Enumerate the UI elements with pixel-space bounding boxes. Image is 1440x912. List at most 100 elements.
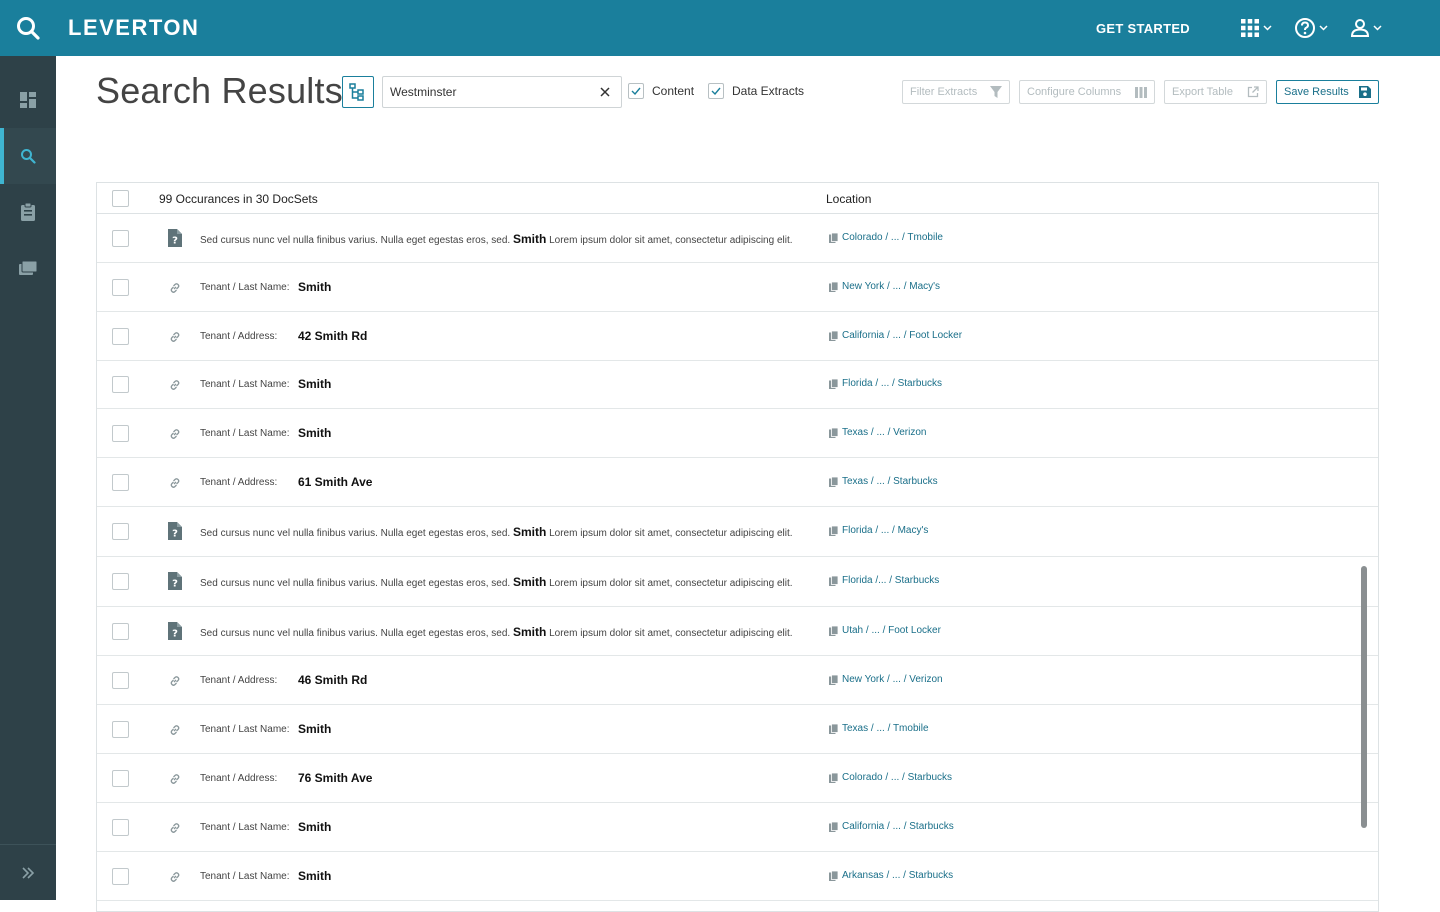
content-hit-icon: ? (166, 622, 184, 640)
location-link[interactable]: Utah / ... / Foot Locker (829, 625, 941, 636)
table-row[interactable]: ? Sed cursus nunc vel nulla finibus variu… (97, 214, 1378, 263)
extract-link-icon[interactable] (166, 474, 184, 492)
location-link[interactable]: New York / ... / Verizon (829, 674, 943, 685)
table-row[interactable]: Tenant / Last Name: Smith Arkansas / ... /… (97, 852, 1378, 901)
table-row[interactable]: ? Sed cursus nunc vel nulla finibus variu… (97, 557, 1378, 607)
location-path[interactable]: Utah / ... / Foot Locker (842, 625, 941, 636)
apps-menu-button[interactable] (1240, 18, 1272, 38)
user-menu-button[interactable] (1350, 18, 1382, 38)
row-checkbox[interactable] (112, 328, 129, 345)
row-checkbox[interactable] (112, 721, 129, 738)
location-path[interactable]: New York / ... / Macy's (842, 281, 940, 292)
extract-link-icon[interactable] (166, 770, 184, 788)
table-header: 99 Occurances in 30 DocSets Location (97, 183, 1378, 214)
location-path[interactable]: Colorado / ... / Tmobile (842, 232, 943, 243)
location-path[interactable]: California / ... / Foot Locker (842, 330, 962, 341)
location-link[interactable]: Texas / ... / Tmobile (829, 723, 929, 734)
content-filter-checkbox[interactable]: Content (628, 83, 694, 99)
row-checkbox[interactable] (112, 573, 129, 590)
row-checkbox[interactable] (112, 425, 129, 442)
location-link[interactable]: Florida /... / Starbucks (829, 575, 939, 586)
data-extracts-filter-checkbox[interactable]: Data Extracts (708, 83, 804, 99)
row-checkbox[interactable] (112, 868, 129, 885)
search-input[interactable] (390, 77, 590, 107)
search-field[interactable] (382, 76, 622, 108)
save-results-button[interactable]: Save Results (1276, 80, 1379, 104)
extract-link-icon[interactable] (166, 279, 184, 297)
location-link[interactable]: Texas / ... / Verizon (829, 427, 926, 438)
row-checkbox[interactable] (112, 819, 129, 836)
snippet-hit: Smith (512, 625, 547, 639)
location-link[interactable]: Texas / ... / Starbucks (829, 476, 938, 487)
row-checkbox[interactable] (112, 279, 129, 296)
row-checkbox[interactable] (112, 523, 129, 540)
brand-logo[interactable]: LEVERTON (68, 15, 199, 41)
table-row[interactable]: Tenant / Address: 46 Smith Rd New York / .… (97, 656, 1378, 705)
export-table-button[interactable]: Export Table (1164, 80, 1267, 104)
sidebar-item-dashboard[interactable] (0, 72, 56, 128)
location-link[interactable]: New York / ... / Macy's (829, 281, 940, 292)
table-row[interactable]: Tenant / Last Name: Smith Texas / ... / Tm… (97, 705, 1378, 754)
extract-link-icon[interactable] (166, 328, 184, 346)
select-all-checkbox[interactable] (112, 190, 129, 207)
scrollbar-thumb[interactable] (1361, 566, 1367, 828)
location-path[interactable]: Texas / ... / Verizon (842, 427, 926, 438)
clear-search-button[interactable] (597, 84, 613, 100)
row-checkbox[interactable] (112, 474, 129, 491)
location-path[interactable]: Florida / ... / Starbucks (842, 378, 942, 389)
table-row[interactable]: Tenant / Last Name: Smith Florida / ... / … (97, 361, 1378, 409)
external-link-icon (1247, 86, 1259, 98)
table-row[interactable]: ? Sed cursus nunc vel nulla finibus variu… (97, 507, 1378, 557)
sidebar-expand-button[interactable] (0, 844, 56, 900)
results-table: 99 Occurances in 30 DocSets Location ? Se… (96, 182, 1379, 912)
table-row[interactable]: Tenant / Address: 76 Smith Ave Colorado / … (97, 754, 1378, 803)
location-link[interactable]: Florida / ... / Macy's (829, 525, 928, 536)
location-path[interactable]: Texas / ... / Tmobile (842, 723, 929, 734)
location-path[interactable]: Florida /... / Starbucks (842, 575, 939, 586)
location-link[interactable]: California / ... / Starbucks (829, 821, 954, 832)
extract-link-icon[interactable] (166, 868, 184, 886)
extract-link-icon[interactable] (166, 819, 184, 837)
extract-link-icon[interactable] (166, 425, 184, 443)
help-menu-button[interactable] (1294, 17, 1328, 39)
table-row[interactable]: Tenant / Last Name: Smith Texas / ... / Ve… (97, 409, 1378, 458)
location-link[interactable]: California / ... / Foot Locker (829, 330, 962, 341)
row-checkbox[interactable] (112, 230, 129, 247)
location-column-header[interactable]: Location (826, 192, 871, 206)
sidebar-item-documents[interactable] (0, 240, 56, 296)
configure-columns-button[interactable]: Configure Columns (1019, 80, 1155, 104)
sidebar-item-tasks[interactable] (0, 184, 56, 240)
extract-field-label: Tenant / Address: (200, 331, 278, 342)
table-row[interactable]: ? Sed cursus nunc vel nulla finibus variu… (97, 607, 1378, 656)
location-path[interactable]: New York / ... / Verizon (842, 674, 943, 685)
extract-link-icon[interactable] (166, 672, 184, 690)
row-checkbox[interactable] (112, 672, 129, 689)
global-search-button[interactable] (0, 0, 56, 56)
location-path[interactable]: Colorado / ... / Starbucks (842, 772, 952, 783)
location-link[interactable]: Colorado / ... / Tmobile (829, 232, 943, 243)
get-started-link[interactable]: GET STARTED (1096, 21, 1190, 36)
table-row[interactable]: Tenant / Last Name: Smith California / ...… (97, 803, 1378, 852)
location-link[interactable]: Arkansas / ... / Starbucks (829, 870, 953, 881)
location-link[interactable]: Florida / ... / Starbucks (829, 378, 942, 389)
filter-extracts-button[interactable]: Filter Extracts (902, 80, 1010, 104)
location-path[interactable]: Texas / ... / Starbucks (842, 476, 938, 487)
sidebar-item-search[interactable] (0, 128, 56, 184)
docset-tree-button[interactable] (342, 76, 374, 108)
row-checkbox[interactable] (112, 623, 129, 640)
table-row[interactable]: Tenant / Address: 42 Smith Rd California /… (97, 312, 1378, 361)
extract-link-icon[interactable] (166, 721, 184, 739)
location-link[interactable]: Colorado / ... / Starbucks (829, 772, 952, 783)
chevron-down-icon (1263, 25, 1272, 31)
extract-link-icon[interactable] (166, 376, 184, 394)
checkbox[interactable] (628, 83, 644, 99)
table-row[interactable]: Tenant / Address: 61 Smith Ave Texas / ...… (97, 458, 1378, 507)
table-row[interactable]: Tenant / Last Name: Smith New York / ... /… (97, 263, 1378, 312)
location-path[interactable]: Florida / ... / Macy's (842, 525, 928, 536)
checkbox[interactable] (708, 83, 724, 99)
row-checkbox[interactable] (112, 770, 129, 787)
row-checkbox[interactable] (112, 376, 129, 393)
link-icon (170, 872, 180, 882)
location-path[interactable]: California / ... / Starbucks (842, 821, 954, 832)
location-path[interactable]: Arkansas / ... / Starbucks (842, 870, 953, 881)
